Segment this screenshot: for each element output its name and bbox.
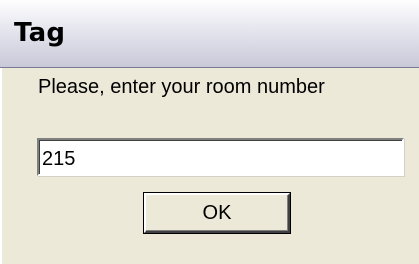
room-number-prompt: Please, enter your room number xyxy=(38,76,325,98)
tag-dialog: Tag Please, enter your room number OK xyxy=(0,0,419,264)
ok-button[interactable]: OK xyxy=(144,193,290,233)
room-number-input[interactable] xyxy=(37,138,404,176)
dialog-title: Tag xyxy=(14,18,66,48)
title-bar[interactable]: Tag xyxy=(0,0,419,68)
